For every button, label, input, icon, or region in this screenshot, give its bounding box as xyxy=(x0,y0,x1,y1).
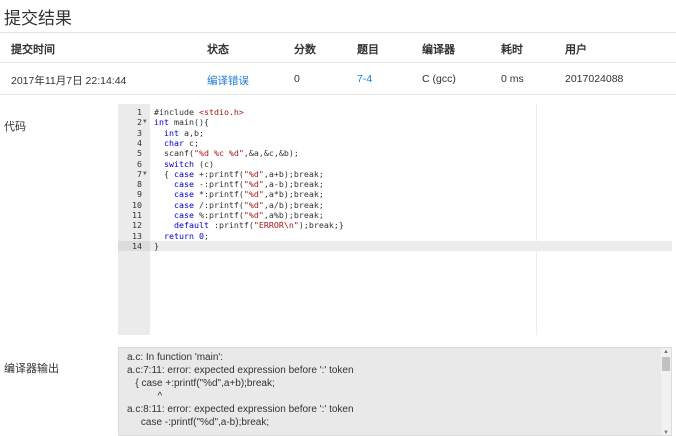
code-line[interactable]: 5 scanf("%d %c %d",&a,&c,&b); xyxy=(118,148,672,158)
code-text: #include <stdio.h> xyxy=(154,107,244,117)
problem-link[interactable]: 7-4 xyxy=(357,73,372,85)
line-number: 13 xyxy=(132,230,142,241)
code-line[interactable]: 4 char c; xyxy=(118,138,672,148)
output-line: { case +:printf("%d",a+b);break; xyxy=(127,378,275,389)
code-line[interactable]: 7 ▼ { case +:printf("%d",a+b);break; xyxy=(118,169,672,179)
code-label: 代码 xyxy=(4,121,26,133)
scroll-thumb[interactable] xyxy=(662,357,670,371)
cell-user: 2017024088 xyxy=(565,73,624,85)
line-number: 4 xyxy=(137,137,142,148)
header-problem: 题目 xyxy=(357,44,379,56)
line-number: 14 xyxy=(118,240,150,252)
header-compiler: 编译器 xyxy=(422,44,455,56)
code-text: default :printf("ERROR\n");break;} xyxy=(173,220,344,231)
header-score: 分数 xyxy=(294,44,316,56)
line-number: 3 xyxy=(137,127,142,138)
header-elapsed: 耗时 xyxy=(501,44,523,56)
line-number: 11 xyxy=(132,210,142,220)
output-line: a.c: In function 'main': xyxy=(127,352,224,363)
compiler-output[interactable]: a.c: In function 'main': a.c:7:11: error:… xyxy=(118,347,672,436)
code-text: { case +:printf("%d",a+b);break; xyxy=(154,168,324,179)
code-line[interactable]: 9 case *:printf("%d",a*b);break; xyxy=(118,189,672,199)
code-text: char c; xyxy=(164,137,199,148)
line-number: 8 xyxy=(137,179,142,190)
code-line[interactable]: 3 int a,b; xyxy=(118,128,672,138)
code-text: return 0; xyxy=(164,230,209,241)
page-title: 提交结果 xyxy=(4,9,72,28)
status-link[interactable]: 编译错误 xyxy=(207,73,249,88)
divider xyxy=(0,32,676,33)
fold-arrow-icon[interactable]: ▼ xyxy=(143,169,147,179)
code-line[interactable]: 13 return 0; xyxy=(118,231,672,241)
code-text: int main(){ xyxy=(154,117,209,128)
code-line[interactable]: 14} xyxy=(118,240,672,252)
code-text: case *:printf("%d",a*b);break; xyxy=(173,189,324,200)
header-submit-time: 提交时间 xyxy=(11,44,55,56)
code-line[interactable]: 10 case /:printf("%d",a/b);break; xyxy=(118,200,672,210)
line-number: 2 xyxy=(137,117,142,128)
code-text: scanf("%d %c %d",&a,&c,&b); xyxy=(154,148,299,159)
output-scrollbar[interactable]: ▲ ▼ xyxy=(661,348,671,435)
compiler-output-label: 编译器输出 xyxy=(4,363,59,375)
output-line: a.c:7:11: error: expected expression bef… xyxy=(127,365,354,376)
code-text: switch (c) xyxy=(164,158,214,169)
code-text: } xyxy=(154,240,159,251)
cell-elapsed: 0 ms xyxy=(501,73,524,85)
output-line: case -:printf("%d",a-b);break; xyxy=(127,417,270,428)
code-text: case -:printf("%d",a-b);break; xyxy=(173,179,324,190)
output-line: a.c:8:11: error: expected expression bef… xyxy=(127,404,354,415)
line-number: 1 xyxy=(137,107,142,117)
code-line[interactable]: 2 ▼ int main(){ xyxy=(118,117,672,127)
row-divider xyxy=(0,94,676,95)
line-number: 7 xyxy=(137,168,142,179)
header-status: 状态 xyxy=(207,44,229,56)
line-number: 6 xyxy=(137,158,142,169)
code-line[interactable]: 6 switch (c) xyxy=(118,159,672,169)
cell-score: 0 xyxy=(294,73,300,85)
header-user: 用户 xyxy=(565,44,587,56)
code-editor[interactable]: 1 #include <stdio.h> 2 ▼ int main(){3 int a,… xyxy=(118,104,672,335)
code-text: case /:printf("%d",a/b);break; xyxy=(173,199,324,210)
code-line[interactable]: 12 default :printf("ERROR\n");break;} xyxy=(118,220,672,230)
cell-submit-time: 2017年11月7日 22:14:44 xyxy=(11,75,127,87)
output-line: ^ xyxy=(127,391,163,402)
line-number: 9 xyxy=(137,189,142,200)
line-number: 5 xyxy=(137,148,142,159)
code-line[interactable]: 11 case %:printf("%d",a%b);break; xyxy=(118,210,672,220)
fold-arrow-icon[interactable]: ▼ xyxy=(143,117,147,127)
code-text: int a,b; xyxy=(164,127,204,138)
line-number: 12 xyxy=(132,220,142,231)
code-line[interactable]: 8 case -:printf("%d",a-b);break; xyxy=(118,179,672,189)
code-line[interactable]: 1 #include <stdio.h> xyxy=(118,107,672,117)
scroll-down-icon[interactable]: ▼ xyxy=(661,429,671,435)
header-divider xyxy=(0,62,676,63)
line-number: 10 xyxy=(132,199,142,210)
scroll-up-icon[interactable]: ▲ xyxy=(661,348,671,356)
cell-compiler: C (gcc) xyxy=(422,73,456,85)
code-text: case %:printf("%d",a%b);break; xyxy=(173,210,324,220)
